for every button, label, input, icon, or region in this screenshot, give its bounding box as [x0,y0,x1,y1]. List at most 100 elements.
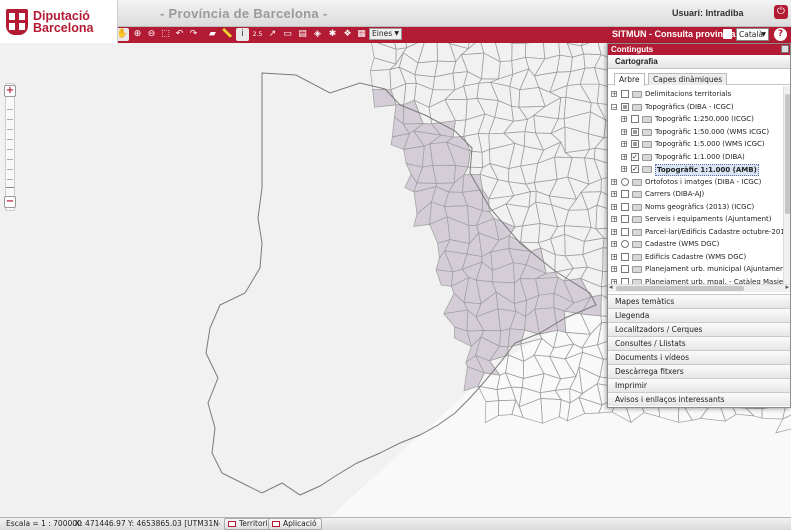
tree-item[interactable]: + Topogràfic 1:250.000 (ICGC) [608,113,783,125]
logout-button[interactable]: ⏻ [774,5,788,19]
accordion-item[interactable]: Llegenda [608,308,790,322]
expand-icon[interactable]: + [611,203,617,210]
layer-checkbox[interactable] [621,252,629,261]
tree-item[interactable]: + Parcel·lari/Edificis Cadastre octubre-2… [608,226,790,238]
expand-icon[interactable]: + [621,128,627,135]
zoom-tick[interactable] [7,139,13,140]
expand-icon[interactable]: + [611,228,617,235]
tree-item[interactable]: + Topogràfic 1:5.000 (WMS ICGC) [608,138,783,150]
accordion-item[interactable]: Consultes / Llistats [608,336,790,350]
layer-radio[interactable] [621,177,629,186]
accordion-item[interactable]: Localitzadors / Cerques [608,322,790,336]
zoom-box-icon[interactable]: ⬚ [159,28,172,41]
layer-checkbox[interactable] [621,215,629,223]
settings-icon[interactable]: ✱ [326,28,339,41]
tree-item[interactable]: − Topogràfics (DIBA - ICGC) [608,101,783,113]
expand-icon[interactable]: + [621,141,627,148]
tree-horizontal-scrollbar[interactable]: ◂ ▸ [608,283,790,292]
accordion-item[interactable]: Imprimir [608,378,790,392]
expand-icon[interactable]: + [611,216,617,223]
tree-item[interactable]: + Serveis i equipaments (Ajuntament) [608,213,783,225]
tree-item[interactable]: + Planejament urb. mpal. - Catàleg Masies… [608,276,790,284]
layer-checkbox[interactable]: ✓ [631,165,639,173]
municipality-shape[interactable] [432,164,456,184]
tree-item[interactable]: + Edificis Cadastre (WMS DGC) [608,251,783,263]
zoom-slider-handle[interactable] [6,187,14,188]
tab-tree[interactable]: Arbre [614,73,645,86]
scale-tool[interactable]: 2.5 [251,28,264,41]
layer-checkbox[interactable] [621,90,629,98]
logo[interactable]: Diputació Barcelona [0,0,118,43]
zoom-previous-icon[interactable]: ↶ [173,28,186,41]
zoom-next-icon[interactable]: ↷ [187,28,200,41]
expand-icon[interactable]: + [611,91,617,98]
tree-item[interactable]: + Noms geogràfics (2013) (ICGC) [608,201,783,213]
zoom-tick[interactable] [7,169,13,170]
zoom-in-icon[interactable]: ⊕ [131,28,144,41]
ruler-icon[interactable]: 📏 [221,28,234,41]
language-select[interactable]: Català ▼ [736,28,769,41]
layer-checkbox[interactable] [631,115,639,123]
zoom-slider[interactable] [5,83,15,211]
locate-icon[interactable]: ◈ [311,28,324,41]
layer-checkbox[interactable]: ✓ [631,152,639,161]
expand-icon[interactable]: + [621,116,627,123]
aplicacio-button[interactable]: Aplicació [268,518,322,530]
tree-item[interactable]: + ✓ Topogràfic 1:1.000 (DIBA) [608,151,783,163]
chevron-right-icon[interactable]: ▸ [785,283,789,291]
layer-checkbox[interactable] [621,190,629,198]
tree-item[interactable]: + Topogràfic 1:50.000 (WMS ICGC) [608,126,783,138]
territori-button[interactable]: Territori [224,518,273,530]
measure-icon[interactable]: ▰ [206,28,219,41]
layer-checkbox[interactable] [631,127,639,136]
tab-dynamic-layers[interactable]: Capes dinàmiques [648,73,728,85]
chevron-left-icon[interactable]: ◂ [609,283,613,291]
expand-icon[interactable]: + [621,153,627,160]
tree-item[interactable]: + ✓ Topogràfic 1:1.000 (AMB) [608,163,783,176]
print-icon[interactable]: ▤ [296,28,309,41]
scrollbar-thumb[interactable] [616,286,744,291]
zoom-in-button[interactable]: + [4,85,16,97]
collapse-icon[interactable]: − [611,103,617,110]
accordion-item[interactable]: Mapes temàtics [608,294,790,308]
select-icon[interactable]: ▦ [355,28,368,41]
zoom-tick[interactable] [7,129,13,130]
zoom-out-button[interactable]: − [4,196,16,208]
zoom-out-icon[interactable]: ⊖ [145,28,158,41]
layer-checkbox[interactable] [621,227,629,236]
tools-dropdown[interactable]: Eines ▼ [369,28,402,40]
arrow-icon[interactable]: ↗ [266,28,279,41]
expand-icon[interactable]: + [611,241,617,248]
expand-icon[interactable]: + [611,178,617,185]
layer-checkbox[interactable] [621,265,629,273]
zoom-tick[interactable] [7,109,13,110]
layer-checkbox[interactable] [621,202,629,211]
save-icon[interactable] [723,29,732,39]
accordion-item[interactable]: Documents i vídeos [608,350,790,364]
tree-item[interactable]: + Planejament urb. municipal (Ajuntament) [608,263,790,275]
scrollbar-thumb[interactable] [785,94,790,214]
expand-icon[interactable]: + [611,266,617,273]
layer-checkbox[interactable] [621,102,629,111]
section-header[interactable]: Cartografia [608,55,790,69]
info-icon[interactable]: i [236,28,249,41]
expand-icon[interactable]: + [611,191,617,198]
zoom-tick[interactable] [7,119,13,120]
tree-item[interactable]: + Delimitacions territorials [608,88,783,100]
layers-icon[interactable]: ❖ [341,28,354,41]
tree-item[interactable]: + Cadastre (WMS DGC) [608,238,783,250]
help-button[interactable]: ? [774,28,787,41]
zoom-tick[interactable] [7,149,13,150]
zoom-tick[interactable] [7,179,13,180]
minimize-button[interactable] [781,45,789,53]
accordion-item[interactable]: Descàrrega fitxers [608,364,790,378]
tree-vertical-scrollbar[interactable] [783,86,790,284]
tree-item[interactable]: + Ortofotos i imatges (DIBA - ICGC) [608,176,783,188]
tree-item[interactable]: + Carrers (DIBA-AJ) [608,188,783,200]
zoom-tick[interactable] [7,159,13,160]
expand-icon[interactable]: + [611,253,617,260]
layer-radio[interactable] [621,240,629,248]
layer-checkbox[interactable] [631,140,639,148]
expand-icon[interactable]: + [621,166,627,173]
accordion-item[interactable]: Avisos i enllaços interessants [608,392,790,406]
